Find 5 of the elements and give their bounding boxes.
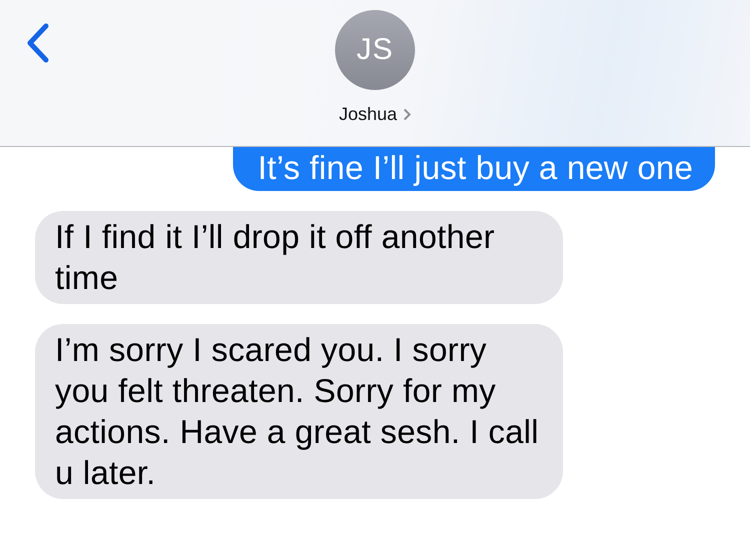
contact-name[interactable]: Joshua <box>338 104 398 125</box>
message-bubble: I’m sorry I scared you. I sorry you felt threaten. Sorry for my actions. Have a great sesh. I call u later. <box>35 324 563 499</box>
message-bubble: If I find it I’ll drop it off another time <box>35 211 563 304</box>
message-bubble: It’s fine I’ll just buy a new one <box>232 147 715 191</box>
chevron-icon[interactable] <box>403 108 412 121</box>
